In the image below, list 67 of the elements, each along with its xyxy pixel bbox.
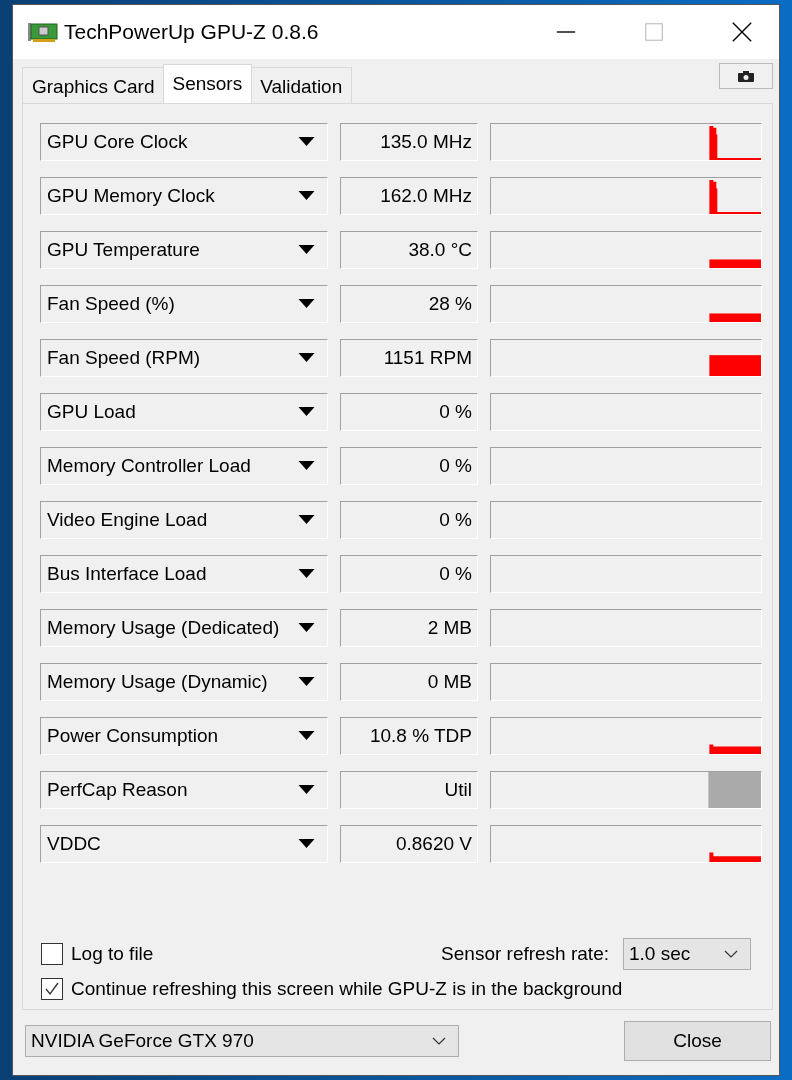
sensor-dropdown[interactable]: Fan Speed (%) <box>40 285 328 323</box>
sensor-dropdown[interactable]: Memory Usage (Dynamic) <box>40 663 328 701</box>
tab[interactable]: Graphics Card <box>22 67 165 103</box>
dropdown-arrow-icon <box>298 515 315 525</box>
sensor-dropdown[interactable]: Fan Speed (RPM) <box>40 339 328 377</box>
sensor-value: 0 MB <box>340 663 478 701</box>
camera-icon <box>738 70 754 82</box>
sensor-dropdown[interactable]: PerfCap Reason <box>40 771 328 809</box>
sensor-value: 38.0 °C <box>340 231 478 269</box>
graph-line <box>709 125 761 160</box>
gpu-dropdown[interactable]: NVIDIA GeForce GTX 970 <box>25 1025 459 1057</box>
sensor-value: 2 MB <box>340 609 478 647</box>
sensor-value: 0 % <box>340 393 478 431</box>
sensor-dropdown[interactable]: Power Consumption <box>40 717 328 755</box>
checkbox-label[interactable]: Log to file <box>71 943 154 965</box>
refresh-rate-dropdown[interactable]: 1.0 sec <box>623 938 751 970</box>
sensor-dropdown[interactable]: GPU Temperature <box>40 231 328 269</box>
dropdown-arrow-icon <box>298 731 315 741</box>
dropdown-arrow-icon <box>298 461 315 471</box>
checkbox[interactable] <box>41 943 63 965</box>
graphics-card-icon <box>28 21 58 43</box>
tab[interactable]: Sensors <box>162 64 253 103</box>
sensor-dropdown[interactable]: Memory Controller Load <box>40 447 328 485</box>
tab[interactable]: Validation <box>250 67 353 103</box>
checkbox[interactable] <box>41 978 63 1000</box>
sensor-dropdown[interactable]: GPU Memory Clock <box>40 177 328 215</box>
dropdown-arrow-icon <box>298 353 315 363</box>
sensor-dropdown[interactable]: Bus Interface Load <box>40 555 328 593</box>
sensor-value: 0 % <box>340 501 478 539</box>
dropdown-arrow-icon <box>298 569 315 579</box>
close-button[interactable]: Close <box>624 1021 771 1061</box>
sensor-value: 135.0 MHz <box>340 123 478 161</box>
checkbox-label[interactable]: Continue refreshing this screen while GPU-Z is in the background <box>71 978 623 1000</box>
screenshot-button[interactable] <box>719 63 773 89</box>
window-title: TechPowerUp GPU-Z 0.8.6 <box>64 20 319 44</box>
dropdown-arrow-icon <box>298 299 315 309</box>
dropdown-arrow-icon <box>298 677 315 687</box>
sensor-dropdown[interactable]: GPU Load <box>40 393 328 431</box>
sensor-value: 10.8 % TDP <box>340 717 478 755</box>
sensor-dropdown[interactable]: Video Engine Load <box>40 501 328 539</box>
dropdown-arrow-icon <box>298 407 315 417</box>
dropdown-arrow-icon <box>298 191 315 201</box>
graph-bar <box>709 313 761 322</box>
dropdown-arrow-icon <box>298 245 315 255</box>
sensor-value: 1151 RPM <box>340 339 478 377</box>
sensor-value: 162.0 MHz <box>340 177 478 215</box>
graph-line <box>709 744 761 754</box>
dropdown-arrow-icon <box>298 839 315 849</box>
sensor-dropdown[interactable]: VDDC <box>40 825 328 863</box>
sensor-value: 28 % <box>340 285 478 323</box>
dropdown-arrow-icon <box>298 137 315 147</box>
graph-bar <box>709 259 761 268</box>
chevron-down-icon <box>432 1037 446 1045</box>
sensor-value: 0.8620 V <box>340 825 478 863</box>
sensor-dropdown[interactable]: GPU Core Clock <box>40 123 328 161</box>
chevron-down-icon <box>724 950 738 958</box>
dropdown-arrow-icon <box>298 785 315 795</box>
graph-bar <box>709 355 761 376</box>
sensor-dropdown[interactable]: Memory Usage (Dedicated) <box>40 609 328 647</box>
graph-line <box>709 179 761 214</box>
refresh-rate-label: Sensor refresh rate: <box>441 943 609 965</box>
sensor-value: 0 % <box>340 447 478 485</box>
sensor-value: Util <box>340 771 478 809</box>
sensor-value: 0 % <box>340 555 478 593</box>
graph-line <box>709 852 761 862</box>
close-icon[interactable] <box>731 21 753 43</box>
dropdown-arrow-icon <box>298 623 315 633</box>
